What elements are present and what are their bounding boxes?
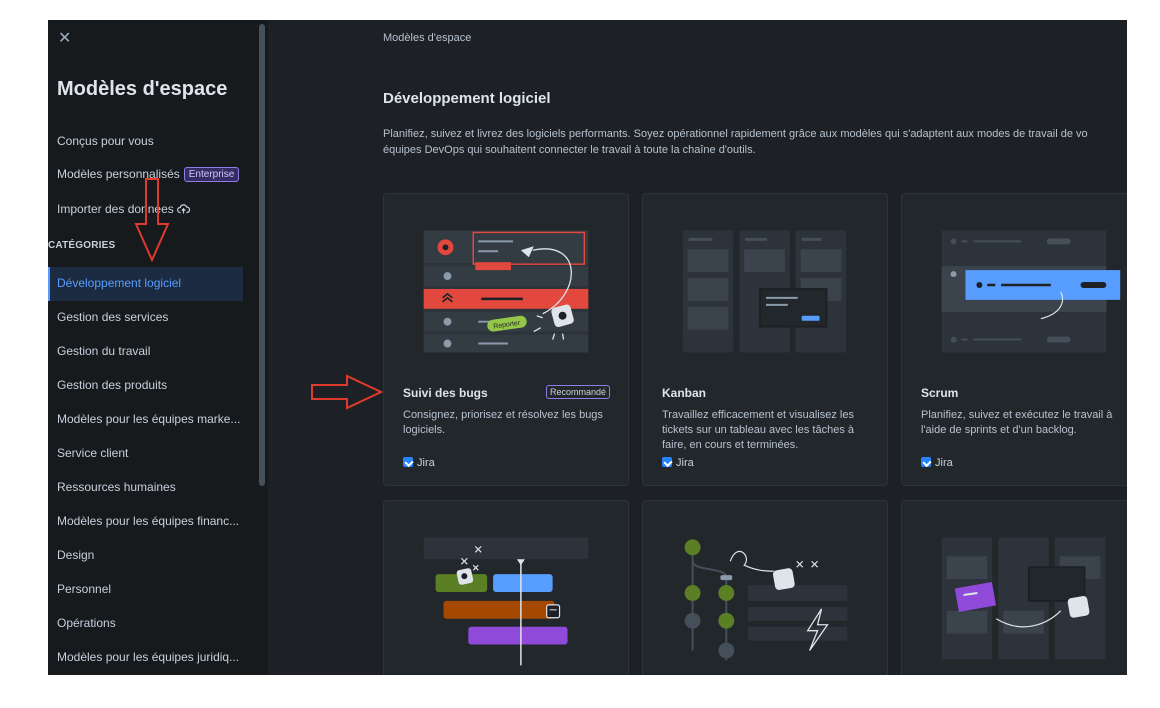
sidebar-title: Modèles d'espace <box>57 78 228 100</box>
jira-icon <box>921 457 931 467</box>
page-description: Planifiez, suivez et livrez des logiciel… <box>383 126 1127 158</box>
annotation-arrow-right <box>311 374 383 410</box>
sidebar-link-for-you[interactable]: Conçus pour vous <box>57 134 154 148</box>
card-description: Planifiez, suivez et exécutez le travail… <box>921 409 1113 436</box>
card-title: Scrum <box>921 386 959 400</box>
breadcrumb[interactable]: Modèles d'espace <box>383 32 471 44</box>
card-description: Consignez, priorisez et résolvez les bug… <box>403 409 603 436</box>
category-item-legal[interactable]: Modèles pour les équipes juridiq... <box>48 641 243 675</box>
template-card-timeline[interactable] <box>383 500 629 675</box>
category-item-design[interactable]: Design <box>48 539 243 573</box>
timeline-illustration <box>423 537 589 666</box>
templates-modal: ✕ Modèles d'espace Conçus pour vous Modè… <box>48 20 1127 675</box>
category-item-services[interactable]: Gestion des services <box>48 301 243 335</box>
category-item-finance[interactable]: Modèles pour les équipes financ... <box>48 505 243 539</box>
devops-illustration <box>684 539 848 661</box>
sidebar: ✕ Modèles d'espace Conçus pour vous Modè… <box>48 20 268 675</box>
category-item-hr[interactable]: Ressources humaines <box>48 471 243 505</box>
card-product-label: Jira <box>935 457 953 469</box>
lightbulb-icon <box>684 539 701 556</box>
card-product: Jira <box>403 457 435 469</box>
category-item-products[interactable]: Gestion des produits <box>48 369 243 403</box>
description-line-1: Planifiez, suivez et livrez des logiciel… <box>383 128 1088 140</box>
bug-tracking-illustration: Reporter <box>423 230 589 353</box>
close-icon[interactable]: ✕ <box>58 28 71 48</box>
category-item-customer-service[interactable]: Service client <box>48 437 243 471</box>
jira-icon <box>403 457 413 467</box>
category-item-work[interactable]: Gestion du travail <box>48 335 243 369</box>
scrum-illustration <box>941 230 1121 353</box>
template-card-kanban[interactable]: Kanban Travaillez efficacement et visual… <box>642 193 888 486</box>
template-card-bug-tracking[interactable]: Reporter Suivi des bugs Recommandé Consi… <box>383 193 629 486</box>
description-line-2: équipes DevOps qui souhaitent connecter … <box>383 144 756 156</box>
categories-heading: CATÉGORIES <box>48 240 116 251</box>
release-illustration <box>941 537 1106 660</box>
category-item-software-dev[interactable]: Développement logiciel <box>48 267 243 301</box>
card-product-label: Jira <box>417 457 435 469</box>
template-card-scrum[interactable]: Scrum Planifiez, suivez et exécutez le t… <box>901 193 1127 486</box>
category-item-personal[interactable]: Personnel <box>48 573 243 607</box>
card-product: Jira <box>662 457 694 469</box>
template-card-release[interactable] <box>901 500 1127 675</box>
recommended-badge: Recommandé <box>545 385 610 399</box>
card-description: Travaillez efficacement et visualisez le… <box>662 409 854 451</box>
main-content: Modèles d'espace Développement logiciel … <box>268 20 1127 675</box>
jira-icon <box>662 457 672 467</box>
page-title: Développement logiciel <box>383 90 551 107</box>
card-title: Suivi des bugs <box>403 386 488 400</box>
sidebar-scrollbar-thumb[interactable] <box>259 24 265 486</box>
annotation-arrow-down <box>134 178 170 262</box>
category-item-operations[interactable]: Opérations <box>48 607 243 641</box>
code-icon <box>718 585 735 601</box>
enterprise-badge: Enterprise <box>183 167 240 182</box>
category-item-marketing[interactable]: Modèles pour les équipes marke... <box>48 403 243 437</box>
kanban-illustration <box>682 230 847 353</box>
category-list: Développement logiciel Gestion des servi… <box>48 267 243 675</box>
rocket-icon <box>1067 596 1090 618</box>
card-title: Kanban <box>662 386 707 400</box>
cloud-upload-icon <box>177 204 191 214</box>
card-product: Jira <box>921 457 953 469</box>
card-product-label: Jira <box>676 457 694 469</box>
template-card-devops[interactable] <box>642 500 888 675</box>
